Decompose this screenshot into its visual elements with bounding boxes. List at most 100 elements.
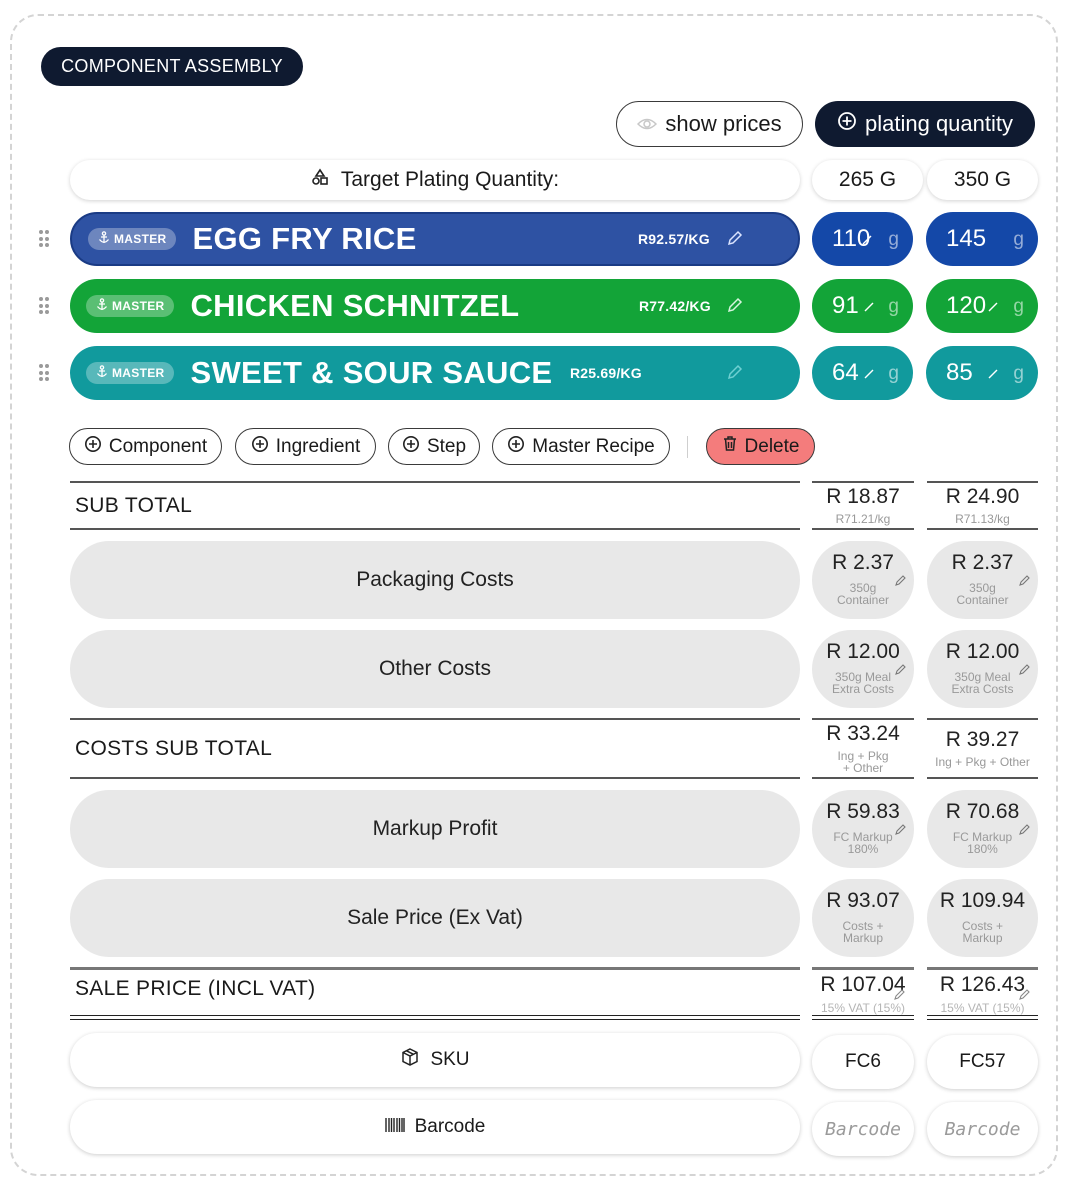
component-grams-1[interactable]: 91 g	[812, 279, 913, 333]
component-name: SWEET & SOUR SAUCE	[190, 355, 553, 390]
cost-sub: 180%	[967, 842, 998, 856]
plus-circle-icon	[251, 435, 269, 459]
sku-input-1[interactable]: FC6	[812, 1035, 914, 1089]
grams-unit: g	[888, 363, 899, 384]
pencil-icon[interactable]	[895, 662, 906, 680]
pencil-icon[interactable]	[1019, 987, 1030, 1005]
cost-value: R 2.37	[832, 551, 894, 574]
pencil-icon[interactable]	[726, 229, 744, 252]
pencil-icon[interactable]	[895, 573, 906, 591]
other-cost-1[interactable]: R 12.00 350g Meal Extra Costs	[812, 630, 914, 708]
cost-value: R 12.00	[945, 640, 1020, 663]
pencil-icon[interactable]	[988, 358, 998, 386]
plus-circle-icon	[507, 435, 525, 459]
delete-label: Delete	[744, 435, 800, 457]
markup-profit-row[interactable]: Markup Profit	[70, 790, 800, 868]
divider	[812, 481, 914, 483]
costs-subtotal-value: R 33.24	[826, 722, 900, 745]
drag-handle-icon[interactable]	[39, 297, 49, 315]
grams-unit: g	[1013, 363, 1024, 384]
pencil-icon[interactable]	[1019, 662, 1030, 680]
pencil-icon[interactable]	[1019, 573, 1030, 591]
subtotal-sub: R71.13/kg	[955, 512, 1010, 526]
sale-ex-cost-1[interactable]: R 93.07 Costs + Markup	[812, 879, 914, 957]
markup-cost-1[interactable]: R 59.83 FC Markup 180%	[812, 790, 914, 868]
sku-value: FC6	[845, 1051, 881, 1072]
component-grams-2[interactable]: 85 g	[926, 346, 1038, 400]
sku-input-2[interactable]: FC57	[927, 1035, 1038, 1089]
divider	[70, 718, 800, 720]
pencil-icon[interactable]	[864, 291, 874, 319]
add-step-label: Step	[426, 435, 467, 457]
sale-incl-cell-1[interactable]: R 107.04 15% VAT (15%)	[812, 973, 914, 1014]
cost-sub: Extra Costs	[831, 682, 894, 696]
delete-button[interactable]: Delete	[706, 428, 815, 465]
packaging-costs-row[interactable]: Packaging Costs	[70, 541, 800, 619]
divider	[812, 528, 914, 530]
markup-cost-2[interactable]: R 70.68 FC Markup 180%	[927, 790, 1038, 868]
pencil-icon[interactable]	[894, 987, 905, 1005]
plus-circle-icon	[837, 111, 857, 137]
box-icon	[400, 1047, 420, 1073]
grams-value: 145	[946, 225, 987, 252]
divider	[812, 777, 914, 779]
cost-value: R 93.07	[826, 889, 900, 912]
cost-sub: Container	[956, 593, 1009, 607]
component-bar-sweet-sour-sauce[interactable]: MASTER SWEET & SOUR SAUCE	[70, 346, 800, 400]
cost-value: R 70.68	[945, 800, 1020, 823]
component-grams-2[interactable]: 120 g	[926, 279, 1038, 333]
add-master-recipe-button[interactable]: Master Recipe	[492, 428, 670, 465]
plating-qty-1[interactable]: 265 G	[812, 160, 923, 200]
costs-subtotal-label: COSTS SUB TOTAL	[75, 737, 273, 760]
action-divider	[687, 436, 688, 458]
sale-price-ex-vat-row[interactable]: Sale Price (Ex Vat)	[70, 879, 800, 957]
component-grams-2[interactable]: 145 g	[926, 212, 1038, 266]
costs-subtotal-value: R 39.27	[945, 728, 1020, 751]
grams-unit: g	[1013, 229, 1024, 250]
pencil-icon[interactable]	[1019, 822, 1030, 840]
sale-ex-cost-2[interactable]: R 109.94 Costs + Markup	[927, 879, 1038, 957]
other-costs-row[interactable]: Other Costs	[70, 630, 800, 708]
target-plating-row: Target Plating Quantity:	[70, 160, 800, 200]
cost-sub: 180%	[847, 842, 879, 856]
drag-handle-icon[interactable]	[39, 364, 49, 382]
add-master-recipe-label: Master Recipe	[532, 435, 655, 457]
barcode-input-1[interactable]: Barcode	[812, 1102, 914, 1156]
drag-handle-icon[interactable]	[39, 230, 49, 248]
sale-incl-cell-2[interactable]: R 126.43 15% VAT (15%)	[927, 973, 1038, 1014]
sku-label: SKU	[430, 1049, 470, 1070]
show-prices-label: show prices	[665, 111, 782, 136]
pencil-icon[interactable]	[895, 822, 906, 840]
barcode-row: Barcode	[70, 1100, 800, 1154]
divider	[927, 718, 1038, 720]
add-ingredient-button[interactable]: Ingredient	[235, 428, 376, 465]
master-badge-label: MASTER	[114, 232, 167, 246]
component-grams-1[interactable]: 110 g	[812, 212, 913, 266]
plating-quantity-label: plating quantity	[865, 111, 1013, 136]
pencil-icon[interactable]	[862, 224, 872, 252]
packaging-cost-1[interactable]: R 2.37 350g Container	[812, 541, 914, 619]
section-title-badge: COMPONENT ASSEMBLY	[41, 47, 303, 86]
add-component-button[interactable]: Component	[69, 428, 222, 465]
component-name: CHICKEN SCHNITZEL	[190, 288, 520, 323]
show-prices-button[interactable]: show prices	[616, 101, 803, 147]
plating-qty-2[interactable]: 350 G	[927, 160, 1038, 200]
divider	[927, 777, 1038, 779]
component-price: R92.57/KG	[638, 231, 710, 247]
add-step-button[interactable]: Step	[388, 428, 480, 465]
pencil-icon[interactable]	[726, 296, 744, 319]
eye-icon	[637, 111, 658, 137]
component-grams-1[interactable]: 64 g	[812, 346, 913, 400]
sale-price-ex-vat-label: Sale Price (Ex Vat)	[347, 906, 523, 929]
costs-subtotal-cell-1: R 33.24 Ing + Pkg + Other	[812, 722, 914, 774]
divider	[927, 528, 1038, 530]
packaging-cost-2[interactable]: R 2.37 350g Container	[927, 541, 1038, 619]
pencil-icon[interactable]	[864, 358, 874, 386]
target-plating-label: Target Plating Quantity:	[340, 168, 560, 191]
pencil-icon[interactable]	[988, 291, 998, 319]
other-cost-2[interactable]: R 12.00 350g Meal Extra Costs	[927, 630, 1038, 708]
barcode-input-2[interactable]: Barcode	[927, 1102, 1038, 1156]
cost-sub: Extra Costs	[951, 682, 1014, 696]
plating-quantity-button[interactable]: plating quantity	[815, 101, 1035, 147]
pencil-icon[interactable]	[726, 363, 744, 386]
